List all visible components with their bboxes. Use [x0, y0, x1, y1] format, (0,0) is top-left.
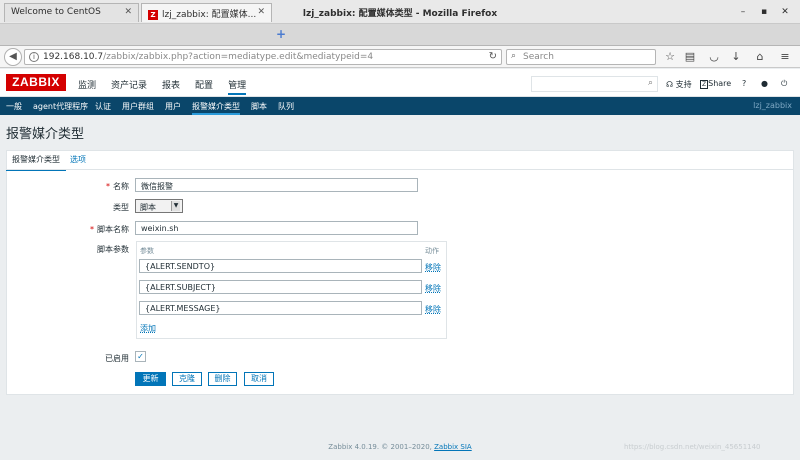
submenu-item-general[interactable]: 一般	[6, 101, 22, 112]
menu-item-reports[interactable]: 报表	[162, 78, 180, 95]
browser-tab-centos[interactable]: Welcome to CentOS ✕	[4, 3, 139, 22]
share-label: Share	[708, 79, 732, 88]
new-tab-icon[interactable]: +	[276, 27, 286, 41]
script-params-label: 脚本参数	[97, 245, 129, 254]
param-input[interactable]: {ALERT.MESSAGE}	[139, 301, 422, 315]
tab-divider	[6, 169, 794, 170]
footer-link[interactable]: Zabbix SIA	[434, 443, 472, 451]
submenu-item-media-types[interactable]: 报警媒介类型	[192, 101, 240, 115]
browser-tab-bar	[0, 24, 800, 46]
remove-param-button[interactable]: 移除	[425, 304, 441, 315]
script-name-input[interactable]: weixin.sh	[135, 221, 418, 235]
script-name-label-text: 脚本名称	[97, 225, 129, 234]
param-input[interactable]: {ALERT.SUBJECT}	[139, 280, 422, 294]
enabled-label: 已启用	[105, 354, 129, 363]
close-tab-icon[interactable]: ✕	[257, 7, 265, 17]
zabbix-favicon-icon: Z	[148, 9, 158, 20]
menu-item-configuration[interactable]: 配置	[195, 78, 213, 95]
browser-tab-zabbix[interactable]: Zlzj_zabbix: 配置媒体... ✕	[141, 3, 272, 22]
cancel-button[interactable]: 取消	[244, 372, 274, 386]
submenu-item-proxies[interactable]: agent代理程序	[33, 101, 88, 112]
info-icon[interactable]: i	[29, 52, 39, 62]
url-host: 192.168.10.7	[43, 52, 104, 62]
sign-out-icon[interactable]: ⏻	[781, 79, 787, 89]
url-path: /zabbix/zabbix.php?action=mediatype.edit…	[103, 52, 374, 62]
zabbix-logo[interactable]: ZABBIX	[6, 74, 66, 91]
home-icon[interactable]: ⌂	[753, 50, 767, 64]
search-icon: ⌕	[511, 51, 517, 61]
support-icon: ☊	[666, 80, 674, 89]
zabbix-search-input[interactable]: ⌕	[531, 76, 658, 92]
help-icon[interactable]: ?	[742, 79, 746, 88]
submenu-item-users[interactable]: 用户	[165, 101, 181, 112]
browser-tab-label: lzj_zabbix: 配置媒体...	[162, 10, 257, 20]
search-placeholder: Search	[523, 52, 554, 62]
user-profile-icon[interactable]: ●	[761, 79, 768, 88]
action-column-header: 动作	[425, 247, 439, 255]
support-label: 支持	[675, 80, 692, 89]
update-button[interactable]: 更新	[135, 372, 166, 386]
close-tab-icon[interactable]: ✕	[124, 7, 132, 17]
remove-param-button[interactable]: 移除	[425, 283, 441, 294]
url-bar[interactable]: i 192.168.10.7/zabbix/zabbix.php?action=…	[24, 49, 502, 65]
required-marker: *	[106, 182, 110, 191]
submenu-item-queue[interactable]: 队列	[278, 101, 294, 112]
type-select-value: 脚本	[140, 203, 156, 212]
enabled-checkbox[interactable]: ✓	[135, 351, 146, 362]
back-arrow-icon[interactable]: ◀	[4, 48, 22, 66]
type-label: 类型	[113, 203, 129, 212]
submenu-item-scripts[interactable]: 脚本	[251, 101, 267, 112]
share-link[interactable]: Z Share	[700, 79, 732, 89]
hamburger-menu-icon[interactable]: ≡	[778, 50, 792, 64]
maximize-icon[interactable]: ▪	[757, 5, 771, 19]
close-window-icon[interactable]: ✕	[778, 5, 792, 19]
params-column-header: 参数	[140, 247, 154, 255]
submenu-item-authentication[interactable]: 认证	[95, 101, 111, 112]
url-text: 192.168.10.7/zabbix/zabbix.php?action=me…	[43, 52, 373, 62]
page-title: 报警媒介类型	[6, 127, 85, 142]
sub-menu: 一般 agent代理程序 认证 用户群组 用户 报警媒介类型 脚本 队列 lzj…	[0, 97, 800, 115]
search-icon: ⌕	[647, 78, 653, 88]
type-select[interactable]: 脚本 ▼	[135, 199, 183, 213]
name-label-text: 名称	[113, 182, 129, 191]
share-icon: Z	[700, 80, 709, 89]
pocket-icon[interactable]: ◡	[707, 50, 721, 64]
current-user: lzj_zabbix	[753, 101, 792, 110]
browser-navbar: ◀ i 192.168.10.7/zabbix/zabbix.php?actio…	[0, 46, 800, 68]
name-label: * 名称	[29, 181, 129, 192]
footer-text: Zabbix 4.0.19. © 2001–2020,	[328, 443, 435, 451]
watermark-text: https://blog.csdn.net/weixin_45651140	[624, 443, 761, 451]
param-input[interactable]: {ALERT.SENDTO}	[139, 259, 422, 273]
browser-tab-label: Welcome to CentOS	[11, 7, 101, 17]
menu-item-inventory[interactable]: 资产记录	[111, 78, 147, 95]
required-marker: *	[90, 225, 94, 234]
support-link[interactable]: ☊ 支持	[666, 79, 692, 90]
remove-param-button[interactable]: 移除	[425, 262, 441, 273]
name-input[interactable]: 微信报警	[135, 178, 418, 192]
main-menu: 监测 资产记录 报表 配置 管理	[78, 78, 261, 95]
browser-search-input[interactable]: ⌕ Search	[506, 49, 656, 65]
reload-icon[interactable]: ↻	[489, 51, 497, 62]
downloads-icon[interactable]: ↓	[729, 50, 743, 64]
menu-item-monitoring[interactable]: 监测	[78, 78, 96, 95]
submenu-item-user-groups[interactable]: 用户群组	[122, 101, 154, 112]
bookmark-star-icon[interactable]: ☆	[663, 50, 677, 64]
menu-item-administration[interactable]: 管理	[228, 78, 247, 95]
delete-button[interactable]: 删除	[208, 372, 237, 386]
reading-list-icon[interactable]: ▤	[683, 50, 697, 64]
clone-button[interactable]: 克隆	[172, 372, 202, 386]
script-name-label: * 脚本名称	[29, 224, 129, 235]
chevron-down-icon: ▼	[171, 201, 180, 211]
minimize-icon[interactable]: –	[736, 5, 750, 19]
add-param-button[interactable]: 添加	[140, 323, 156, 334]
tab-options[interactable]: 选项	[70, 154, 86, 165]
